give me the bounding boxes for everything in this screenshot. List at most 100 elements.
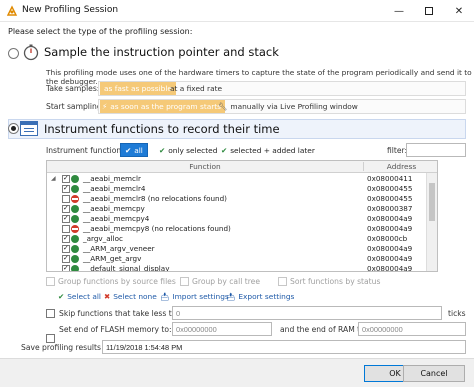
mode-instrument-radio[interactable] [8,123,19,134]
filter-selected-added-later-label: selected + added later [230,145,315,155]
function-name: __aeabi_memcpy4 [83,214,150,223]
group-by-call-tree-checkbox[interactable] [180,277,189,286]
skip-ticks-input[interactable] [172,306,442,320]
function-ok-icon [71,245,79,253]
option-program-starts-label: as soon as the program starts [110,102,222,111]
scrollbar-thumb[interactable] [429,183,435,221]
minimize-button[interactable]: — [384,0,414,22]
table-row[interactable]: __ARM_argv_veneer 0x080004a9 [47,244,427,254]
function-name: _argv_alloc [83,234,123,243]
skip-functions-checkbox[interactable] [46,309,55,318]
instrument-list-icon [20,121,38,136]
stopwatch-icon [23,44,39,61]
table-row[interactable]: __aeabi_memcpy4 0x080004a9 [47,214,427,224]
lightning-icon: ⚡ [102,102,108,111]
maximize-button[interactable] [414,0,444,22]
row-checkbox[interactable] [62,195,70,203]
select-none-icon: ✖ [104,292,111,301]
select-all-icon: ✔ [58,292,65,301]
import-settings-action[interactable]: 📥︎ Import settings [160,292,229,301]
filter-selected-added-later-button[interactable]: ✔ selected + added later [216,143,320,157]
set-flash-end-checkbox[interactable] [46,334,55,343]
function-ok-icon [71,215,79,223]
skip-functions-label: Skip functions that take less than [59,309,186,318]
filter-only-selected-button[interactable]: ✔ only selected [154,143,222,157]
sort-by-status-checkbox[interactable] [278,277,287,286]
function-ok-icon [71,265,79,271]
function-address: 0x080004a9 [367,214,413,223]
functions-grid[interactable]: Function Address ◢ __aeabi_memclr 0x080004… [46,160,438,272]
function-name: __ARM_get_argv [83,254,142,263]
row-checkbox[interactable] [62,214,70,223]
table-row[interactable]: __aeabi_memcpy8 (no relocations found) 0x… [47,224,427,234]
group-by-source-checkbox[interactable] [46,277,55,286]
filter-input[interactable] [406,143,466,157]
row-checkbox[interactable] [62,184,70,193]
function-ok-icon [71,175,79,183]
select-none-label: Select none [113,292,157,301]
mode-sampling-radio[interactable] [8,48,19,59]
table-row[interactable]: __aeabi_memclr8 (no relocations found) 0x… [47,194,427,204]
grid-header: Function Address [47,161,437,173]
function-ok-icon [71,185,79,193]
function-address: 0x08000411 [367,174,413,183]
option-manual-live[interactable]: 🔧︎ manually via Live Profiling window [214,100,362,113]
row-checkbox[interactable] [62,174,70,183]
row-checkbox[interactable] [62,244,70,253]
table-row[interactable]: _argv_alloc 0x08000cb [47,234,427,244]
sort-by-status-option[interactable]: Sort functions by status [278,277,380,286]
function-name: __aeabi_memclr4 [83,184,146,193]
option-fixed-rate[interactable]: at a fixed rate [166,82,226,95]
row-checkbox[interactable] [62,225,70,233]
option-fast-as-possible[interactable]: as fast as possible [100,82,176,95]
table-row[interactable]: __default_signal_display 0x080004a9 [47,264,427,272]
profiler-app-icon [6,5,18,16]
filter-only-selected-label: only selected [168,145,218,155]
function-name: __aeabi_memcpy [83,204,145,213]
group-by-call-tree-option[interactable]: Group by call tree [180,277,260,286]
mode-sampling-title[interactable]: Sample the instruction pointer and stack [44,45,279,59]
function-address: 0x08000455 [367,194,413,203]
group-by-source-option[interactable]: Group functions by source files [46,277,176,286]
column-function[interactable]: Function [47,162,363,171]
function-name: __aeabi_memclr [83,174,141,183]
filter-all-button[interactable]: ✔ all [120,143,148,157]
minimize-icon: — [394,5,404,17]
export-settings-action[interactable]: 📤︎ Export settings [226,292,294,301]
cancel-button[interactable]: Cancel [403,365,465,382]
row-checkbox[interactable] [62,234,70,243]
check-all-icon: ✔ [125,145,132,155]
window-title: New Profiling Session [22,5,119,15]
instrument-functions-label: Instrument functions: [46,146,128,155]
save-results-input[interactable] [102,340,466,354]
ram-end-label: and the end of RAM to [280,325,365,334]
function-name: __aeabi_memcpy8 (no relocations found) [83,224,231,233]
column-address[interactable]: Address [363,162,437,171]
row-checkbox[interactable] [62,204,70,213]
maximize-icon [425,7,433,15]
function-address: 0x080004a9 [367,254,413,263]
table-row[interactable]: __aeabi_memclr4 0x08000455 [47,184,427,194]
take-samples-label: Take samples: [46,84,100,93]
option-program-starts[interactable]: ⚡ as soon as the program starts [100,100,226,113]
set-flash-end-label: Set end of FLASH memory to: [59,325,172,334]
row-checkbox[interactable] [62,264,70,271]
select-all-label: Select all [67,292,101,301]
table-row[interactable]: __aeabi_memcpy 0x08000387 [47,204,427,214]
table-row[interactable]: ◢ __aeabi_memclr 0x08000411 [47,174,427,184]
expander-icon[interactable]: ◢ [51,175,56,182]
function-address: 0x080004a9 [367,264,413,272]
flash-end-input[interactable] [172,322,272,336]
group-by-source-label: Group functions by source files [58,277,176,286]
select-all-action[interactable]: ✔ Select all [58,292,101,301]
filter-label: filter: [387,146,408,155]
function-blocked-icon [71,195,79,203]
ram-end-input[interactable] [358,322,466,336]
session-type-prompt: Please select the type of the profiling … [8,27,193,36]
grid-vertical-scrollbar[interactable] [426,173,437,271]
select-none-action[interactable]: ✖ Select none [104,292,157,301]
row-checkbox[interactable] [62,254,70,263]
mode-instrument-title[interactable]: Instrument functions to record their tim… [44,122,280,136]
close-button[interactable]: ✕ [444,0,474,22]
table-row[interactable]: __ARM_get_argv 0x080004a9 [47,254,427,264]
